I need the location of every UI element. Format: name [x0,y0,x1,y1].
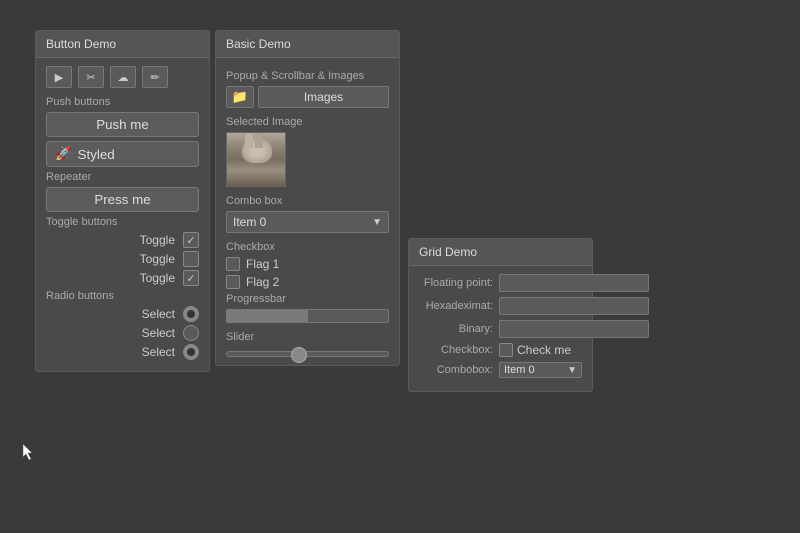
binary-label: Binary: [419,323,499,335]
popup-label: Popup & Scrollbar & Images [226,70,389,82]
push-me-button[interactable]: Push me [46,112,199,137]
grid-checkbox-group: Check me [499,343,571,357]
grid-demo-panel: Grid Demo Floating point: Hexadeximat: B… [408,238,593,392]
basic-demo-panel: Basic Demo Popup & Scrollbar & Images 📁 … [215,30,400,366]
toggle-row-3: Toggle [46,270,199,286]
image-preview-inner [227,133,285,186]
toggle-label-1: Toggle [46,233,175,247]
grid-checkbox-label: Checkbox: [419,344,499,356]
radio-row-3: Select [46,344,199,360]
combo-arrow-icon: ▼ [372,217,382,228]
repeater-label: Repeater [46,171,199,183]
binary-input[interactable] [499,320,649,338]
button-demo-title: Button Demo [36,31,209,58]
checkbox-row: Checkbox: Check me [419,343,582,357]
slider-track[interactable] [226,351,389,357]
mouse-cursor [22,443,34,461]
button-demo-panel: Button Demo ▶ ✂ ☁ ✏ Push buttons Push me… [35,30,210,372]
grid-combobox-value: Item 0 [504,364,567,376]
toggle-checkbox-1[interactable] [183,232,199,248]
grid-combo-arrow-icon: ▼ [567,365,577,376]
radio-label-3: Select [46,345,175,359]
combobox-row: Combobox: Item 0 ▼ [419,362,582,378]
flag1-row: Flag 1 [226,257,389,271]
combo-label: Combo box [226,195,389,207]
radio-row-2: Select [46,325,199,341]
styled-button[interactable]: 🚀 Styled [46,141,199,167]
flag2-row: Flag 2 [226,275,389,289]
check-me-label: Check me [517,343,571,357]
radio-buttons-label: Radio buttons [46,290,199,302]
flag1-checkbox[interactable] [226,257,240,271]
progress-track [226,309,389,323]
radio-label-1: Select [46,307,175,321]
radio-button-1[interactable] [183,306,199,322]
folder-button[interactable]: 📁 [226,86,254,108]
binary-row: Binary: [419,320,582,338]
grid-checkbox[interactable] [499,343,513,357]
floating-point-label: Floating point: [419,277,499,289]
hexadeximat-row: Hexadeximat: [419,297,582,315]
combo-box[interactable]: Item 0 ▼ [226,211,389,233]
flag2-checkbox[interactable] [226,275,240,289]
radio-label-2: Select [46,326,175,340]
checkbox-section-label: Checkbox [226,241,389,253]
combo-box-value: Item 0 [233,215,372,229]
cloud-icon-btn[interactable]: ☁ [110,66,136,88]
grid-combobox[interactable]: Item 0 ▼ [499,362,582,378]
tool-icon-btn[interactable]: ✂ [78,66,104,88]
radio-button-2[interactable] [183,325,199,341]
slider-thumb[interactable] [291,347,307,363]
radio-button-3[interactable] [183,344,199,360]
edit-icon-btn[interactable]: ✏ [142,66,168,88]
floating-point-row: Floating point: [419,274,582,292]
icon-toolbar: ▶ ✂ ☁ ✏ [46,66,199,88]
toggle-buttons-label: Toggle buttons [46,216,199,228]
selected-image-label: Selected Image [226,116,389,128]
toggle-row-2: Toggle [46,251,199,267]
image-btn-row: 📁 Images [226,86,389,108]
hexadeximat-input[interactable] [499,297,649,315]
slider-label: Slider [226,331,389,343]
press-me-button[interactable]: Press me [46,187,199,212]
rocket-icon: 🚀 [55,146,72,162]
play-icon-btn[interactable]: ▶ [46,66,72,88]
toggle-label-2: Toggle [46,252,175,266]
toggle-row-1: Toggle [46,232,199,248]
flag1-label: Flag 1 [246,257,279,271]
flag2-label: Flag 2 [246,275,279,289]
progress-fill [227,310,308,322]
images-button[interactable]: Images [258,86,389,108]
toggle-checkbox-2[interactable] [183,251,199,267]
push-buttons-label: Push buttons [46,96,199,108]
toggle-label-3: Toggle [46,271,175,285]
toggle-checkbox-3[interactable] [183,270,199,286]
floating-point-input[interactable] [499,274,649,292]
radio-row-1: Select [46,306,199,322]
hexadeximat-label: Hexadeximat: [419,300,499,312]
basic-demo-title: Basic Demo [216,31,399,58]
progressbar-label: Progressbar [226,293,389,305]
image-preview [226,132,286,187]
combobox-label: Combobox: [419,364,499,376]
grid-demo-title: Grid Demo [409,239,592,266]
